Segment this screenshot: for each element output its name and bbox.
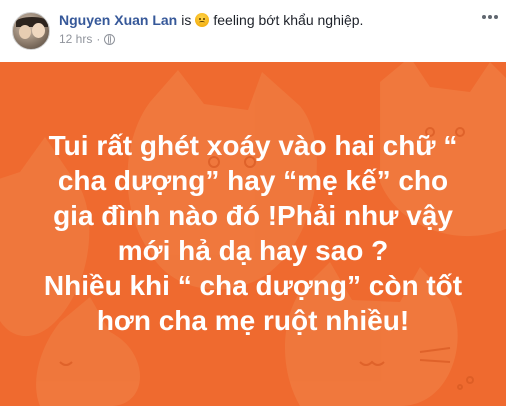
post-text-line: hơn cha mẹ ruột nhiều!: [96, 305, 410, 336]
author-name-link[interactable]: Nguyen Xuan Lan: [59, 12, 177, 28]
feeling-text: feeling bớt khẩu nghiệp.: [213, 12, 364, 28]
post-text-line: mới hả dạ hay sao ?: [117, 235, 389, 266]
post-text-line: Nhiều khi “ cha dượng” còn tốt: [43, 270, 463, 301]
annoyed-face-icon: [195, 13, 210, 27]
post-text-line: cha dượng” hay “mẹ kế” cho: [57, 165, 449, 196]
globe-icon[interactable]: [104, 33, 116, 45]
post-text-line: Tui rất ghét xoáy vào hai chữ “: [48, 130, 458, 161]
post-header: Nguyen Xuan Lan is feeling bớt khẩu nghi…: [0, 0, 506, 62]
post-author-line: Nguyen Xuan Lan is feeling bớt khẩu nghi…: [59, 12, 363, 28]
author-avatar[interactable]: [12, 12, 50, 50]
more-options-icon[interactable]: [482, 15, 498, 21]
author-verb: is: [181, 12, 192, 28]
post-timestamp[interactable]: 12 hrs: [59, 32, 92, 46]
post-meta: 12 hrs ·: [59, 32, 116, 46]
meta-separator: ·: [96, 32, 101, 46]
post-text-line: gia đình nào đó !Phải như vậy: [53, 200, 453, 231]
post-body-text: Tui rất ghét xoáy vào hai chữ “ cha dượn…: [0, 62, 506, 362]
